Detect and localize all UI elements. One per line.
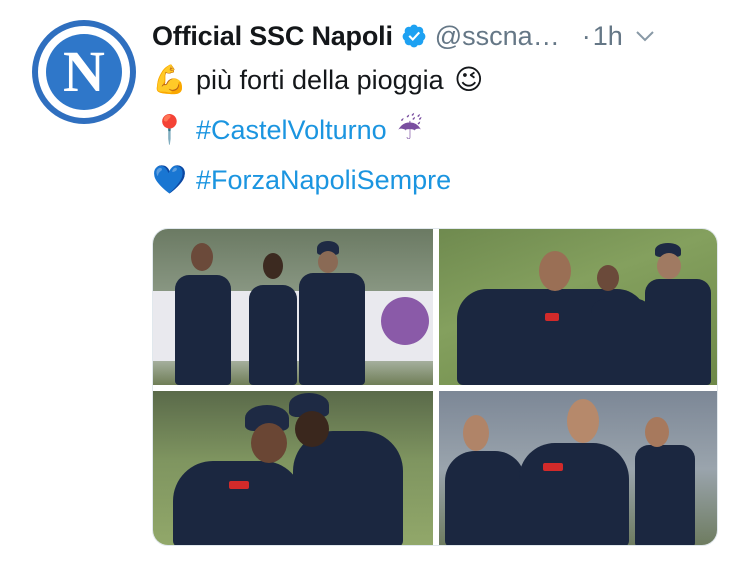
winking-face-emoji-icon: 😉 — [454, 63, 484, 96]
tweet-text-line-1: 💪 più forti della pioggia 😉 — [152, 62, 486, 98]
umbrella-rain-emoji-icon: ☔ — [397, 113, 423, 146]
photo-player-head — [263, 253, 283, 279]
media-photo-4[interactable] — [439, 391, 717, 545]
tweet-timestamp[interactable]: 1h — [593, 21, 623, 52]
media-photo-2[interactable] — [439, 229, 717, 385]
photo-sponsor-logo — [543, 463, 563, 471]
hashtag-forzanapolisempre[interactable]: #ForzaNapoliSempre — [196, 162, 451, 198]
photo-player — [445, 451, 525, 545]
photo-player — [249, 285, 297, 385]
photo-sponsor-logo — [545, 313, 559, 321]
tweet-header: Official SSC Napoli @sscna… · 1h — [152, 18, 730, 54]
tweet-text-line-3: 💙 #ForzaNapoliSempre — [152, 162, 451, 198]
photo-player-head — [597, 265, 619, 291]
media-photo-1[interactable] — [153, 229, 433, 385]
flexed-biceps-emoji-icon: 💪 — [152, 63, 187, 96]
blue-heart-emoji-icon: 💙 — [152, 163, 187, 196]
photo-sponsor-logo — [229, 481, 249, 489]
chevron-down-icon[interactable] — [633, 24, 657, 48]
photo-player-head — [539, 251, 571, 291]
photo-player-head — [645, 417, 669, 447]
hashtag-castelvolturno[interactable]: #CastelVolturno — [196, 112, 387, 148]
photo-player — [299, 273, 365, 385]
avatar-logo: N — [46, 34, 122, 110]
photo-player-head — [318, 251, 338, 273]
photo-player — [519, 443, 629, 545]
tweet-card: N Official SSC Napoli @sscna… · 1h 💪 più… — [0, 0, 750, 561]
photo-player-head — [463, 415, 489, 451]
round-pushpin-emoji-icon: 📍 — [152, 113, 187, 146]
photo-player-head — [191, 243, 213, 271]
photo-player — [175, 275, 231, 385]
photo-player — [635, 445, 695, 545]
media-photo-3[interactable] — [153, 391, 433, 545]
photo-player-head — [567, 399, 599, 443]
photo-sponsor-logo — [381, 297, 429, 345]
avatar[interactable]: N — [32, 20, 136, 124]
photo-player-head — [295, 411, 329, 447]
avatar-ring: N — [38, 26, 130, 118]
media-grid — [152, 228, 718, 546]
photo-player — [645, 279, 711, 385]
photo-player-head — [657, 253, 681, 279]
photo-player-head — [251, 423, 287, 463]
photo-player — [293, 431, 403, 545]
photo-player — [173, 461, 303, 545]
photo-player — [591, 299, 651, 385]
separator-dot: · — [581, 20, 591, 51]
user-handle[interactable]: @sscna… — [435, 21, 560, 52]
tweet-text-line-2: 📍 #CastelVolturno ☔ — [152, 112, 427, 148]
avatar-letter: N — [63, 39, 105, 104]
verified-badge-icon — [401, 23, 427, 49]
display-name[interactable]: Official SSC Napoli — [152, 21, 393, 52]
tweet-text: più forti della pioggia — [196, 65, 444, 95]
